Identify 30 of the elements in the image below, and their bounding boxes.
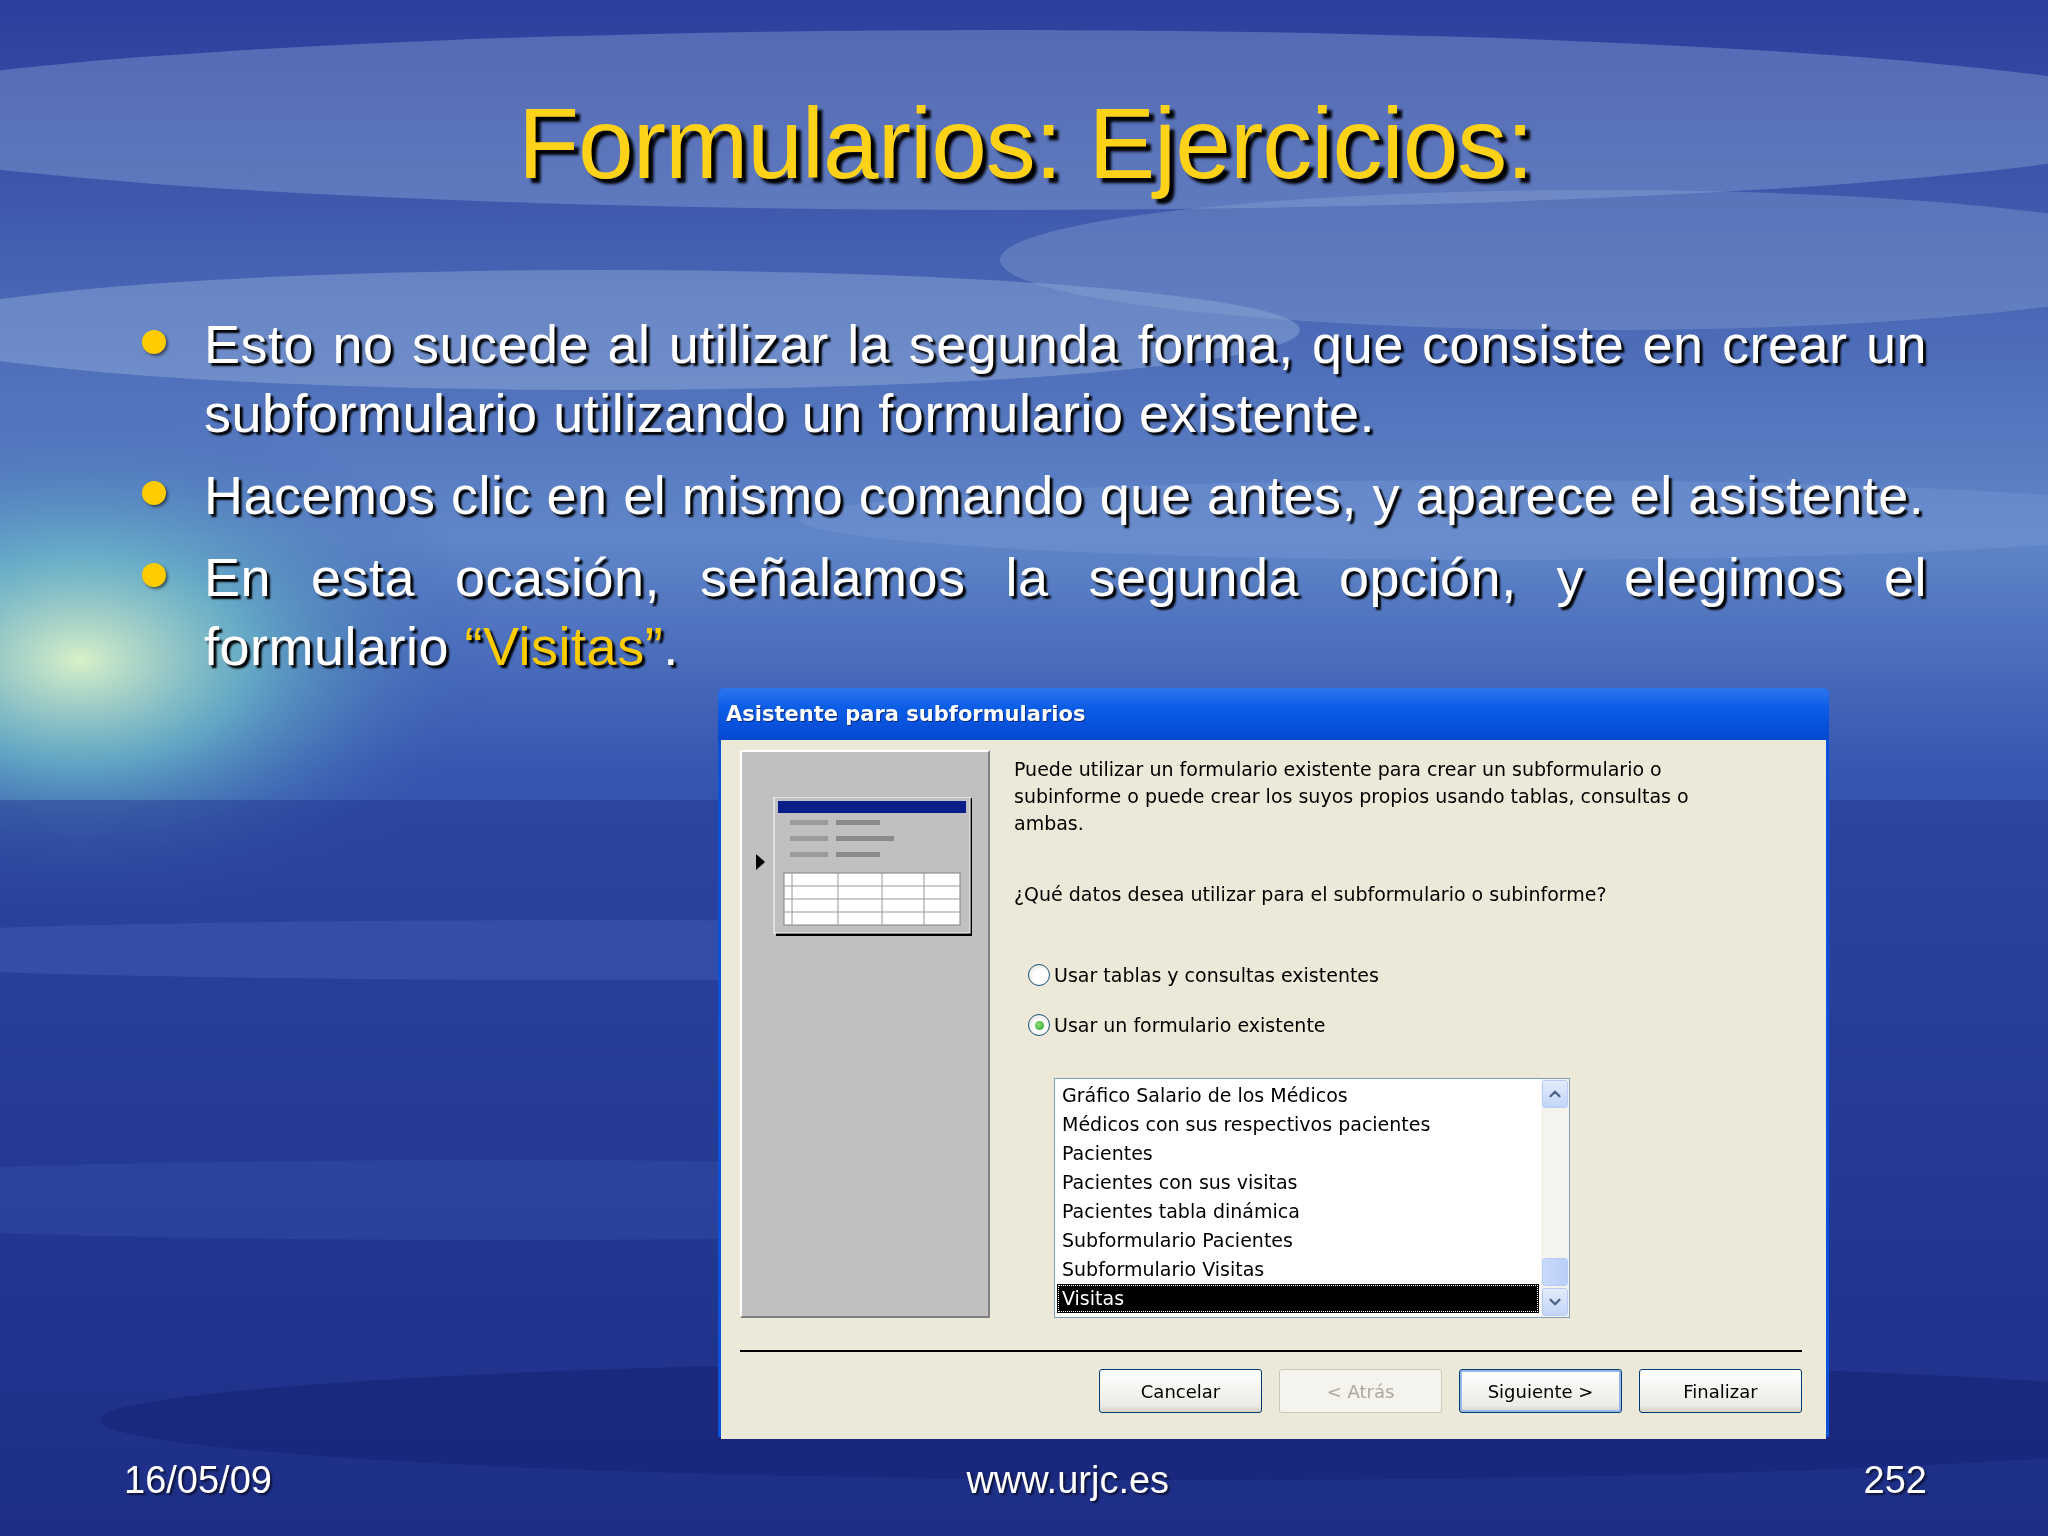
list-item[interactable]: Pacientes con sus visitas (1057, 1168, 1539, 1197)
scroll-thumb[interactable] (1542, 1258, 1568, 1286)
bullet-text: Hacemos clic en el mismo comando que antes, y aparece el asistente. (204, 464, 1926, 527)
wizard-button[interactable]: Finalizar (1639, 1369, 1802, 1413)
list-item[interactable]: Visitas (1057, 1284, 1539, 1313)
list-item[interactable]: Pacientes (1057, 1139, 1539, 1168)
list-item[interactable]: Gráfico Salario de los Médicos (1057, 1081, 1539, 1110)
form-list[interactable]: Gráfico Salario de los Médicos Médicos con sus respectivos pacientes Pacientes Pacientes con sus visitas Pacientes tabla dinámica Subformulario Pacientes Subformulario Visitas Visitas (1054, 1078, 1570, 1318)
wizard-button[interactable]: Cancelar (1099, 1369, 1262, 1413)
bullet-text: En esta ocasión, señalamos la segunda opción, y elegimos el formulario “Visitas”. (204, 546, 1927, 678)
footer-date: 16/05/09 (124, 1459, 272, 1502)
slide-number: 252 (1863, 1459, 1927, 1502)
scrollbar[interactable] (1541, 1079, 1569, 1317)
radio-button[interactable] (1028, 964, 1050, 986)
pointer-arrow-icon (756, 854, 765, 870)
radio-label: Usar un formulario existente (1054, 1014, 1326, 1036)
question-text: ¿Qué datos desea utilizar para el subformulario o subinforme? (1014, 882, 1608, 907)
list-item[interactable]: Pacientes tabla dinámica (1057, 1197, 1539, 1226)
radio-label: Usar tablas y consultas existentes (1054, 964, 1379, 986)
list-item[interactable]: Subformulario Pacientes (1057, 1226, 1539, 1255)
scroll-down-icon[interactable] (1542, 1288, 1568, 1316)
radio-button[interactable] (1028, 1014, 1050, 1036)
dialog-title: Asistente para subformularios (718, 688, 1829, 740)
scroll-up-icon[interactable] (1542, 1080, 1568, 1108)
description-text: Puede utilizar un formulario existente para crear un subformulario o subinforme o puede crear los suyos propios usando tablas, consultas o ambas. (1014, 757, 1690, 836)
footer-url: www.urjc.es (966, 1459, 1170, 1502)
list-item[interactable]: Subformulario Visitas (1057, 1255, 1539, 1284)
wizard-button[interactable]: Siguiente > (1459, 1369, 1622, 1413)
bullet-text: Esto no sucede al utilizar la segunda forma, que consiste en crear un subformulario utilizando un formulario existente. (204, 313, 1927, 445)
list-item[interactable]: Médicos con sus respectivos pacientes (1057, 1110, 1539, 1139)
